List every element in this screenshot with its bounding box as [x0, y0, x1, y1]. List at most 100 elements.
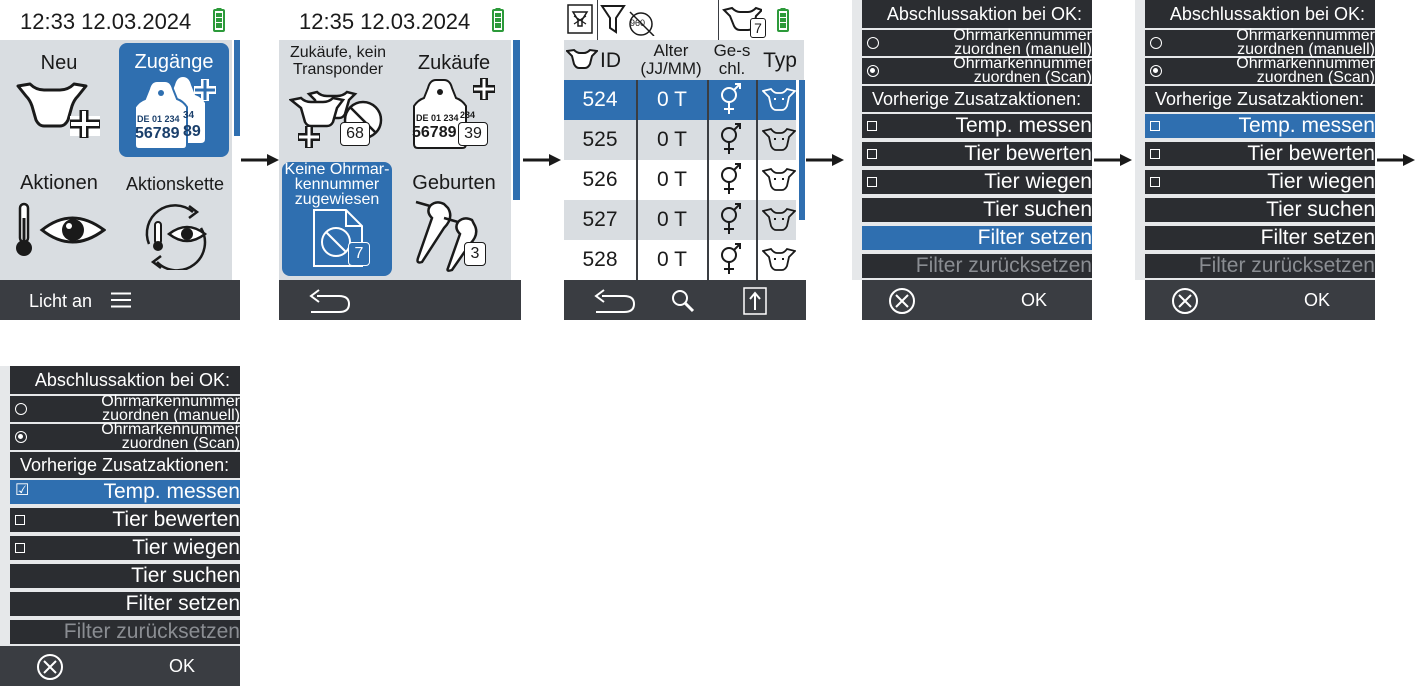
column-separator: [636, 120, 638, 160]
checkbox-item[interactable]: Tier wiegen: [1145, 170, 1375, 194]
menu-item[interactable]: Tier suchen: [862, 198, 1092, 222]
tile-label: Keine Ohrmar-kennummer zugewiesen: [284, 161, 390, 208]
scrollbar[interactable]: [234, 40, 240, 136]
cancel-circle-icon[interactable]: [888, 287, 916, 315]
menu-item[interactable]: Filter setzen: [10, 592, 240, 616]
table-row[interactable]: 524 0 T: [564, 80, 796, 120]
checkbox[interactable]: [867, 177, 877, 187]
header-bar: 960 7: [564, 0, 806, 40]
checkbox[interactable]: [1150, 149, 1160, 159]
column-sex[interactable]: Ge-schl.: [710, 42, 754, 78]
tile-zugaenge-label: Zugänge: [134, 51, 214, 73]
checkbox-item[interactable]: ☑ Temp. messen: [10, 480, 240, 504]
cell-age: 0 T: [657, 128, 687, 151]
radio-button[interactable]: [867, 37, 879, 49]
radio-option[interactable]: Ohrmarkennummer zuordnen (manuell): [862, 28, 1092, 58]
radio-button[interactable]: [1150, 65, 1162, 77]
checkbox[interactable]: [15, 543, 25, 553]
checkbox[interactable]: [867, 149, 877, 159]
scrollbar[interactable]: [799, 80, 805, 220]
sub-heading: Vorherige Zusatzaktionen:: [862, 86, 1092, 112]
tile-zugaenge[interactable]: Zugänge DE 01 234 56789 34 89: [119, 43, 229, 157]
cell-id: 527: [582, 208, 618, 231]
radio-button[interactable]: [15, 403, 27, 415]
menu-item[interactable]: Filter zurücksetzen: [1145, 254, 1375, 278]
radio-option[interactable]: Ohrmarkennummer zuordnen (Scan): [862, 56, 1092, 86]
table-row[interactable]: 527 0 T: [564, 200, 796, 240]
ok-button[interactable]: OK: [169, 656, 195, 677]
search-icon[interactable]: [670, 288, 696, 314]
upload-icon[interactable]: [742, 286, 768, 316]
radio-button[interactable]: [15, 431, 27, 443]
column-type[interactable]: Typ: [758, 50, 802, 72]
checkbox-item[interactable]: Tier bewerten: [10, 508, 240, 532]
menu-item[interactable]: Tier suchen: [1145, 198, 1375, 222]
checkbox-label: Temp. messen: [955, 114, 1092, 137]
menu-item[interactable]: Filter zurücksetzen: [10, 620, 240, 644]
column-separator: [756, 160, 758, 200]
cancel-circle-icon[interactable]: [1171, 287, 1199, 315]
checkbox-item[interactable]: Tier wiegen: [862, 170, 1092, 194]
checkbox-item[interactable]: Temp. messen: [1145, 114, 1375, 138]
tile-keine-ohrmarke[interactable]: Keine Ohrmar-kennummer zugewiesen 7: [282, 162, 392, 276]
ok-button[interactable]: OK: [1304, 290, 1330, 311]
checkbox[interactable]: [867, 121, 877, 131]
table-row[interactable]: 526 0 T: [564, 160, 796, 200]
tile-zukaeufe-kein-transponder[interactable]: Zukäufe, kein Transponder 68: [281, 42, 395, 160]
filter-no-transponder-icon[interactable]: [600, 4, 658, 36]
checkbox[interactable]: [15, 515, 25, 525]
tile-zukaeufe[interactable]: Zukäufe DE 01 234 56789 234 39: [398, 42, 510, 160]
checkbox[interactable]: [1150, 177, 1160, 187]
menu-item[interactable]: Filter zurücksetzen: [862, 254, 1092, 278]
back-arrow-icon[interactable]: [307, 288, 353, 314]
table-row[interactable]: 528 0 T: [564, 240, 796, 280]
column-separator: [636, 80, 638, 120]
checkbox-checked-icon[interactable]: ☑: [15, 483, 29, 499]
menu-item[interactable]: Tier suchen: [10, 564, 240, 588]
scrollbar[interactable]: [513, 40, 520, 200]
radio-button[interactable]: [1150, 37, 1162, 49]
menu-item-label: Tier suchen: [983, 198, 1092, 221]
checkbox-item[interactable]: Tier bewerten: [862, 142, 1092, 166]
light-button[interactable]: Licht an: [29, 291, 92, 312]
tile-geburten[interactable]: Geburten 3: [398, 162, 510, 278]
checkbox-item[interactable]: Tier wiegen: [10, 536, 240, 560]
tag-small2: 89: [183, 123, 201, 140]
radio-button[interactable]: [867, 65, 879, 77]
option-line2: zuordnen (Scan): [121, 435, 240, 452]
column-separator: [756, 240, 758, 280]
checkbox-label: Tier bewerten: [1247, 142, 1375, 165]
back-arrow-icon[interactable]: [592, 288, 638, 314]
sex-icon: [721, 163, 741, 194]
sub-heading: Vorherige Zusatzaktionen:: [10, 452, 240, 478]
checkbox-label: Tier wiegen: [132, 536, 240, 559]
battery-icon: [213, 8, 225, 32]
cancel-circle-icon[interactable]: [36, 653, 64, 681]
menu-item[interactable]: Filter setzen: [862, 226, 1092, 250]
column-id[interactable]: ID: [600, 50, 621, 72]
tile-aktionen[interactable]: Aktionen: [2, 162, 116, 278]
checkbox-item[interactable]: Temp. messen: [862, 114, 1092, 138]
hamburger-icon[interactable]: [111, 292, 131, 308]
flow-arrow-icon: [241, 154, 279, 166]
radio-option[interactable]: Ohrmarkennummer zuordnen (manuell): [1145, 28, 1375, 58]
option-line2: zuordnen (Scan): [973, 69, 1092, 86]
column-separator: [756, 200, 758, 240]
checkbox[interactable]: [1150, 121, 1160, 131]
menu-item[interactable]: Filter setzen: [1145, 226, 1375, 250]
column-age[interactable]: Alter (JJ/MM): [636, 42, 706, 78]
checkbox-item[interactable]: Tier bewerten: [1145, 142, 1375, 166]
ok-button[interactable]: OK: [1021, 290, 1047, 311]
checkbox-label: Tier wiegen: [1267, 170, 1375, 193]
radio-option[interactable]: Ohrmarkennummer zuordnen (Scan): [1145, 56, 1375, 86]
table-row[interactable]: 525 0 T: [564, 120, 796, 160]
battery-icon: [492, 8, 504, 32]
radio-option[interactable]: Ohrmarkennummer zuordnen (manuell): [10, 394, 240, 424]
tile-aktionskette[interactable]: Aktionskette: [119, 162, 231, 278]
dialog-heading: Abschlussaktion bei OK:: [862, 0, 1092, 28]
tile-aktionen-label: Aktionen: [20, 172, 98, 194]
radio-option[interactable]: Ohrmarkennummer zuordnen (Scan): [10, 422, 240, 452]
menu-item-label: Filter setzen: [977, 226, 1092, 249]
tile-neu[interactable]: Neu: [2, 44, 116, 160]
filter-icon[interactable]: [567, 4, 593, 34]
